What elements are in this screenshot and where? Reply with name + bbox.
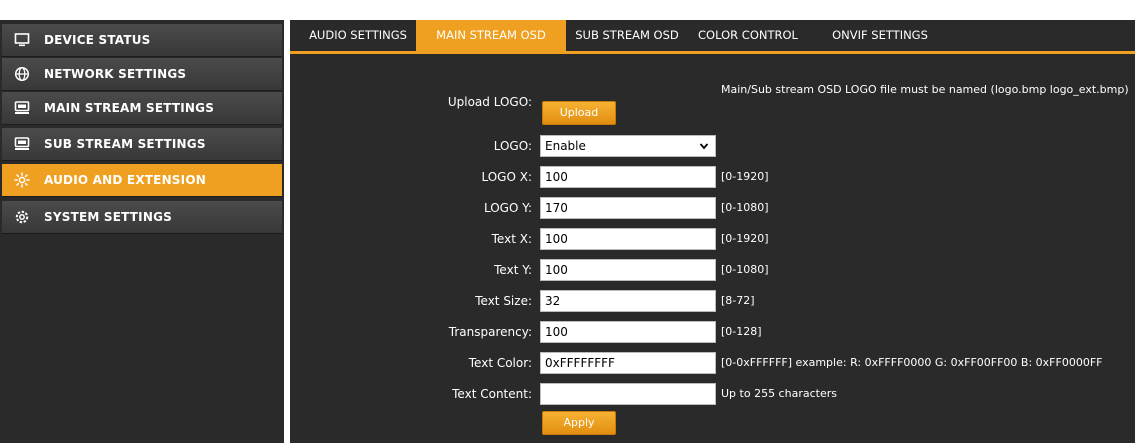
logo-note: Main/Sub stream OSD LOGO file must be na… bbox=[721, 83, 1129, 96]
gear-icon bbox=[14, 209, 30, 225]
logo-label: LOGO: bbox=[493, 139, 532, 153]
tab-main-stream-osd[interactable]: MAIN STREAM OSD bbox=[416, 20, 566, 51]
tab-audio-settings[interactable]: AUDIO SETTINGS bbox=[298, 20, 418, 51]
sidebar-item-label: AUDIO AND EXTENSION bbox=[44, 173, 206, 187]
transparency-label: Transparency: bbox=[448, 325, 532, 339]
sidebar-item-label: MAIN STREAM SETTINGS bbox=[44, 101, 215, 115]
globe-icon bbox=[14, 66, 30, 82]
tab-sub-stream-osd[interactable]: SUB STREAM OSD bbox=[572, 20, 682, 51]
text-y-hint: [0-1080] bbox=[721, 263, 769, 276]
sidebar-item-audio-and-extension[interactable]: AUDIO AND EXTENSION bbox=[2, 164, 282, 197]
text-y-label: Text Y: bbox=[494, 263, 532, 277]
text-content-hint: Up to 255 characters bbox=[721, 387, 837, 400]
tab-color-control[interactable]: COLOR CONTROL bbox=[698, 20, 798, 51]
text-color-hint: [0-0xFFFFFF] example: R: 0xFFFF0000 G: 0… bbox=[721, 356, 1103, 369]
upload-button[interactable]: Upload bbox=[542, 101, 616, 125]
logo-select[interactable]: Enable bbox=[540, 135, 716, 157]
apply-button[interactable]: Apply bbox=[542, 411, 616, 435]
sidebar-item-label: SUB STREAM SETTINGS bbox=[44, 137, 206, 151]
sidebar-item-main-stream-settings[interactable]: MAIN STREAM SETTINGS bbox=[2, 92, 282, 125]
text-x-hint: [0-1920] bbox=[721, 232, 769, 245]
chevron-down-icon bbox=[699, 143, 709, 150]
transparency-hint: [0-128] bbox=[721, 325, 762, 338]
gear-sun-icon bbox=[14, 172, 30, 188]
text-color-label: Text Color: bbox=[468, 356, 532, 370]
logo-y-input[interactable]: 170 bbox=[540, 197, 716, 219]
sidebar-item-device-status[interactable]: DEVICE STATUS bbox=[2, 24, 282, 57]
transparency-input[interactable]: 100 bbox=[540, 321, 716, 343]
sidebar-item-label: NETWORK SETTINGS bbox=[44, 67, 187, 81]
logo-x-input[interactable]: 100 bbox=[540, 166, 716, 188]
sidebar: DEVICE STATUS NETWORK SETTINGS MAIN STRE… bbox=[0, 20, 284, 443]
sidebar-item-sub-stream-settings[interactable]: SUB STREAM SETTINGS bbox=[2, 128, 282, 161]
text-x-label: Text X: bbox=[491, 232, 532, 246]
sidebar-item-label: SYSTEM SETTINGS bbox=[44, 210, 172, 224]
text-size-input[interactable]: 32 bbox=[540, 290, 716, 312]
monitor-icon bbox=[14, 32, 30, 48]
logo-y-label: LOGO Y: bbox=[483, 201, 532, 215]
upload-logo-label: Upload LOGO: bbox=[447, 95, 532, 109]
text-size-label: Text Size: bbox=[475, 294, 532, 308]
text-content-input[interactable] bbox=[540, 383, 716, 405]
text-x-input[interactable]: 100 bbox=[540, 228, 716, 250]
logo-x-label: LOGO X: bbox=[481, 170, 532, 184]
logo-select-value: Enable bbox=[545, 139, 586, 153]
text-color-input[interactable]: 0xFFFFFFFF bbox=[540, 352, 716, 374]
logo-y-hint: [0-1080] bbox=[721, 201, 769, 214]
screen-icon bbox=[14, 100, 30, 116]
logo-x-hint: [0-1920] bbox=[721, 170, 769, 183]
sidebar-item-label: DEVICE STATUS bbox=[44, 33, 151, 47]
main-panel: AUDIO SETTINGS MAIN STREAM OSD SUB STREA… bbox=[290, 20, 1135, 443]
screen-icon bbox=[14, 136, 30, 152]
text-content-label: Text Content: bbox=[452, 387, 532, 401]
text-y-input[interactable]: 100 bbox=[540, 259, 716, 281]
text-size-hint: [8-72] bbox=[721, 294, 755, 307]
sidebar-item-system-settings[interactable]: SYSTEM SETTINGS bbox=[2, 201, 282, 234]
tab-bar: AUDIO SETTINGS MAIN STREAM OSD SUB STREA… bbox=[290, 20, 1135, 54]
tab-onvif-settings[interactable]: ONVIF SETTINGS bbox=[826, 20, 934, 51]
sidebar-item-network-settings[interactable]: NETWORK SETTINGS bbox=[2, 58, 282, 91]
